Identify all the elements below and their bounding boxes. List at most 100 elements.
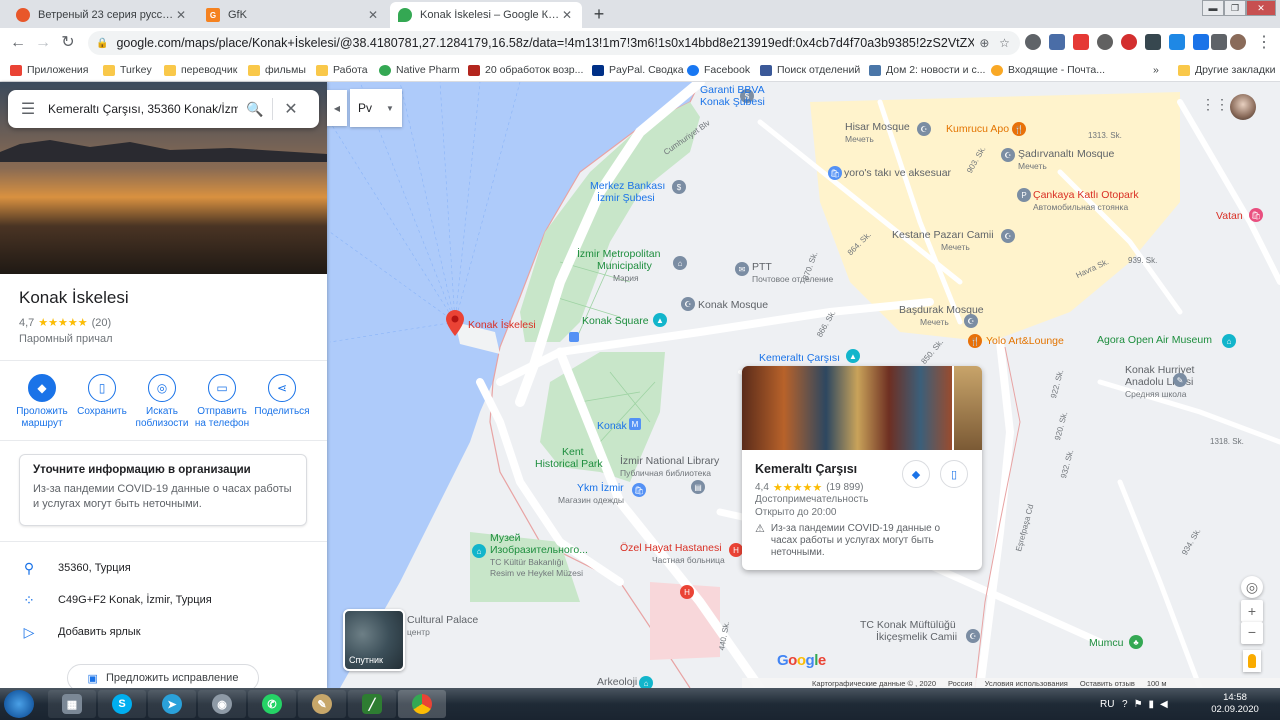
reload-icon[interactable]: ↻	[58, 33, 78, 53]
map-label-cankaya[interactable]: Çankaya Katlı Otopark	[1033, 189, 1139, 201]
bookmarks-more[interactable]: »	[1153, 62, 1159, 78]
extension-icon[interactable]	[1049, 34, 1065, 50]
government-icon[interactable]: ⌂	[673, 256, 687, 270]
map-label-metropolitan[interactable]: İzmir Metropolitan	[577, 248, 660, 260]
map-label-kestane[interactable]: Kestane Pazarı Camii	[892, 229, 994, 241]
museum-icon[interactable]: ⌂	[472, 544, 486, 558]
map-label-konak-metro[interactable]: Konak	[597, 420, 627, 432]
taskbar-paint[interactable]: ✎	[298, 690, 346, 718]
star-icon[interactable]: ☆	[994, 36, 1014, 50]
tab-1[interactable]: Ветреный 23 серия русская озв ✕	[8, 2, 196, 28]
map-label-konak-mosque[interactable]: Konak Mosque	[698, 299, 768, 311]
map-label-ykm[interactable]: Ykm İzmir	[577, 482, 624, 494]
restaurant-icon[interactable]: 🍴	[1012, 122, 1026, 136]
map-label-yolo[interactable]: Yolo Art&Lounge	[986, 335, 1064, 347]
mosque-icon[interactable]: ☪	[1001, 148, 1015, 162]
system-clock[interactable]: 14:58 02.09.2020	[1208, 692, 1262, 716]
my-location-button[interactable]: ◎	[1241, 576, 1263, 598]
bus-icon[interactable]	[569, 332, 579, 342]
hospital-icon[interactable]: H	[680, 585, 694, 599]
map-label-ptt[interactable]: PTT	[752, 261, 772, 273]
terms-link[interactable]: Условия использования	[985, 679, 1068, 688]
bookmark-other[interactable]: Другие закладки	[1178, 62, 1275, 78]
add-label-row[interactable]: ▷ Добавить ярлык	[19, 622, 141, 642]
extension-icon[interactable]	[1145, 34, 1161, 50]
suggest-edit-button[interactable]: ▣ Предложить исправление	[67, 664, 259, 688]
country-link[interactable]: Россия	[948, 679, 973, 688]
mosque-icon[interactable]: ☪	[917, 122, 931, 136]
language-indicator[interactable]: RU	[1100, 688, 1114, 720]
shop-icon[interactable]: 🛍	[1249, 208, 1263, 222]
parking-icon[interactable]: P	[1017, 188, 1031, 202]
directions-button[interactable]: ◆ Проложить маршрут	[12, 374, 72, 434]
map-label-hisar[interactable]: Hisar Mosque	[845, 121, 910, 133]
bookmark-link[interactable]: Дом 2: новости и с...	[869, 62, 985, 78]
map-label-muftulugu[interactable]: TC Konak Müftülüğü	[860, 619, 956, 631]
place-card-photo[interactable]	[954, 366, 982, 450]
close-icon[interactable]: ✕	[273, 99, 309, 119]
profile-icon[interactable]	[1230, 34, 1246, 50]
map-label-kent[interactable]: Kent	[562, 446, 584, 458]
share-button[interactable]: ⋖ Поделиться	[252, 374, 312, 434]
map-label-sadirvanalti[interactable]: Şadırvanaltı Mosque	[1018, 148, 1114, 160]
mosque-icon[interactable]: ☪	[1001, 229, 1015, 243]
start-button[interactable]	[4, 690, 34, 718]
mosque-icon[interactable]: ☪	[966, 629, 980, 643]
landmark-icon[interactable]: ▲	[846, 349, 860, 363]
tray-icons[interactable]: ? ⚑ ▮ ◀	[1122, 688, 1202, 720]
satellite-toggle[interactable]: Спутник	[343, 609, 405, 671]
location-pin-icon[interactable]	[446, 310, 464, 336]
avatar[interactable]	[1230, 94, 1256, 120]
nearby-button[interactable]: ◎ Искать поблизости	[132, 374, 192, 434]
extension-icon[interactable]	[1073, 34, 1089, 50]
search-input[interactable]	[48, 102, 238, 116]
search-icon[interactable]: 🔍	[238, 101, 272, 118]
place-card-kemeralti[interactable]: Kemeraltı Çarşısı 4,4 ★★★★★ (19 899) Дос…	[742, 366, 982, 570]
extension-icon[interactable]	[1025, 34, 1041, 50]
apps-grid-icon[interactable]: ⋮⋮⋮	[1201, 97, 1243, 111]
hamburger-menu-icon[interactable]: ☰	[8, 99, 48, 119]
museum-icon[interactable]: ⌂	[1222, 334, 1236, 348]
close-icon[interactable]: ✕	[560, 8, 574, 22]
pegman-icon[interactable]	[1243, 650, 1261, 672]
add-icon[interactable]: ⊕	[974, 36, 994, 50]
hospital-icon[interactable]: H	[729, 543, 743, 557]
map-label-vatan[interactable]: Vatan	[1216, 210, 1243, 222]
restaurant-icon[interactable]: 🍴	[968, 334, 982, 348]
close-icon[interactable]: ✕	[366, 8, 380, 22]
send-to-phone-button[interactable]: ▭ Отправить на телефон	[192, 374, 252, 434]
map-label-agora[interactable]: Agora Open Air Museum	[1097, 334, 1212, 346]
school-icon[interactable]: ✎	[1173, 373, 1187, 387]
address-row[interactable]: ⚲ 35360, Турция	[19, 558, 131, 578]
place-card-photo[interactable]	[742, 366, 952, 450]
puzzle-icon[interactable]	[1211, 34, 1227, 50]
close-window-button[interactable]: ✕	[1246, 0, 1276, 16]
map-label-yoros[interactable]: yoro's takı ve aksesuar	[844, 167, 951, 179]
shop-icon[interactable]: 🛍	[828, 166, 842, 180]
taskbar-chrome[interactable]	[398, 690, 446, 718]
new-tab-button[interactable]: +	[588, 4, 610, 26]
close-icon[interactable]: ✕	[174, 8, 188, 22]
map-language-select[interactable]: Рv ▼	[350, 89, 402, 127]
bookmark-folder[interactable]: переводчик	[164, 62, 237, 78]
post-office-icon[interactable]: ✉	[735, 262, 749, 276]
museum-icon[interactable]: ⌂	[639, 676, 653, 688]
map-label-konak-square[interactable]: Konak Square	[582, 315, 649, 327]
landmark-icon[interactable]: ▲	[653, 313, 667, 327]
maximize-button[interactable]: ❐	[1224, 0, 1246, 16]
map-label-konak-iskelesi[interactable]: Konak İskelesi	[468, 319, 536, 331]
park-icon[interactable]: ♣	[1129, 635, 1143, 649]
directions-button[interactable]: ◆	[902, 460, 930, 488]
bookmark-folder[interactable]: фильмы	[248, 62, 306, 78]
zoom-out-button[interactable]: −	[1241, 622, 1263, 644]
back-arrow-icon[interactable]: ←	[8, 33, 28, 53]
extension-icon[interactable]	[1169, 34, 1185, 50]
taskbar-app[interactable]: ◉	[198, 690, 246, 718]
feedback-link[interactable]: Оставить отзыв	[1080, 679, 1135, 688]
bookmark-link[interactable]: 20 обработок возр...	[468, 62, 583, 78]
tab-2[interactable]: G GfK ✕	[198, 2, 388, 28]
bookmark-link[interactable]: Поиск отделений	[760, 62, 860, 78]
taskbar-telegram[interactable]: ➤	[148, 690, 196, 718]
taskbar-whatsapp[interactable]: ✆	[248, 690, 296, 718]
save-button[interactable]: ▯ Сохранить	[72, 374, 132, 434]
